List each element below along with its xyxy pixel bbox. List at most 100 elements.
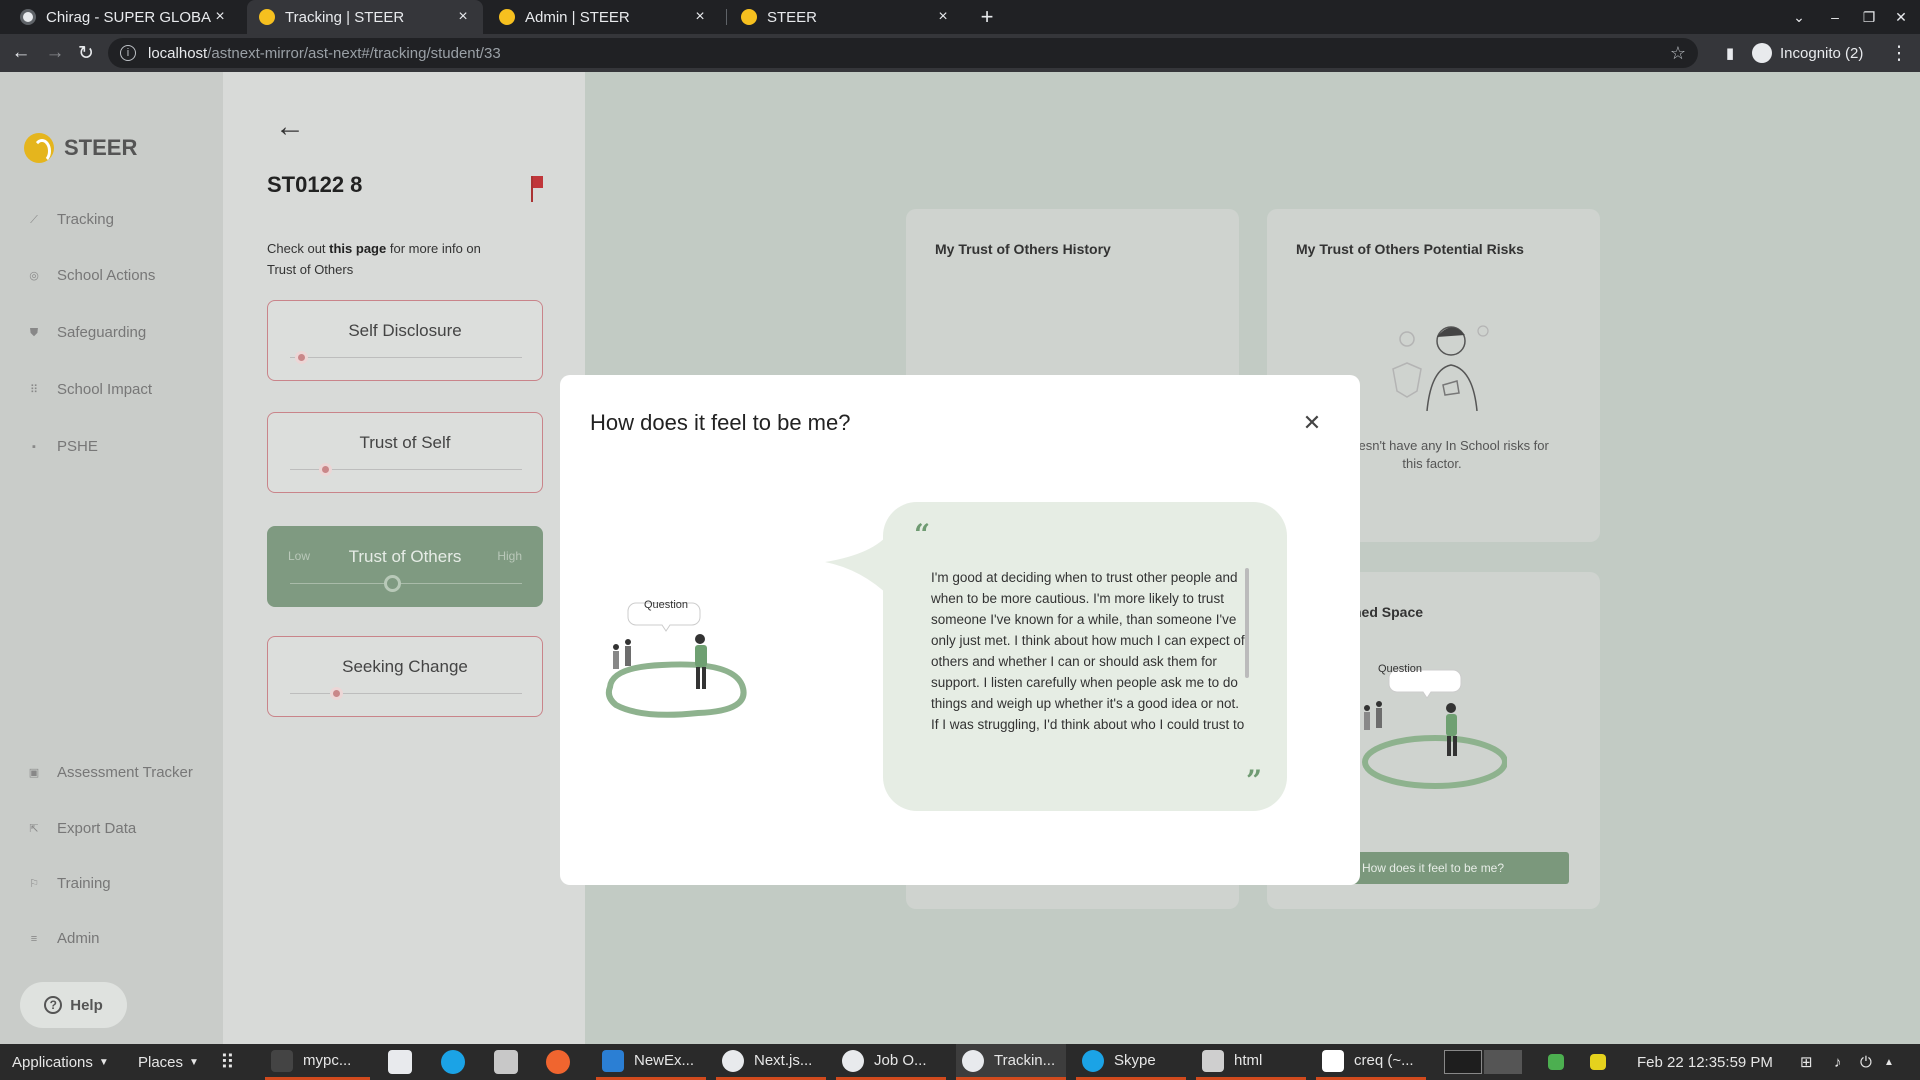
info-link[interactable]: this page xyxy=(329,241,386,256)
new-tab-button[interactable]: + xyxy=(975,0,999,34)
back-icon[interactable]: ← xyxy=(6,34,36,72)
skype-icon[interactable] xyxy=(441,1050,465,1074)
export-icon: ⇱ xyxy=(29,822,39,835)
taskbar-app-skype[interactable]: Skype xyxy=(1076,1044,1186,1080)
url-host: localhost xyxy=(148,44,208,62)
taskbar-app-chrome-tracking[interactable]: Trackin... xyxy=(956,1044,1066,1080)
url-bar[interactable]: i localhost/astnext-mirror/ast-next#/tra… xyxy=(108,38,1698,68)
tab-search-chevron-icon[interactable]: ⌄ xyxy=(1784,0,1814,34)
flag-icon[interactable] xyxy=(531,176,545,202)
forward-icon[interactable]: → xyxy=(40,34,70,72)
site-info-icon[interactable]: i xyxy=(120,45,136,61)
taskbar-app-label: mypc... xyxy=(303,1052,352,1069)
target-icon: ◎ xyxy=(29,269,39,282)
app-root: STEER ⟋ Tracking ◎ School Actions ⛊ Safe… xyxy=(0,72,1920,1044)
factor-card-self-disclosure[interactable]: Self Disclosure xyxy=(267,300,543,381)
tab-title: STEER xyxy=(767,8,818,26)
factor-card-trust-of-self[interactable]: Trust of Self xyxy=(267,412,543,493)
info-prefix: Check out xyxy=(267,241,330,256)
question-label: Question xyxy=(1377,663,1423,675)
sidebar: STEER ⟋ Tracking ◎ School Actions ⛊ Safe… xyxy=(0,72,223,1044)
browser-tab-1[interactable]: Chirag - SUPER GLOBAL A × xyxy=(8,0,240,34)
factor-card-trust-of-others[interactable]: Low Trust of Others High xyxy=(267,526,543,607)
browser-tab-3[interactable]: Admin | STEER × xyxy=(487,0,720,34)
terminal-icon xyxy=(271,1049,293,1072)
network-icon[interactable]: ⊞ xyxy=(1800,1044,1813,1080)
volume-icon[interactable]: ♪ xyxy=(1834,1044,1842,1080)
power-icon[interactable]: ⏻ xyxy=(1860,1044,1872,1080)
taskbar-app-label: Trackin... xyxy=(994,1052,1056,1069)
tray-chevron-up-icon[interactable]: ▲ xyxy=(1884,1044,1894,1080)
factor-title: Self Disclosure xyxy=(348,321,462,340)
bookmark-star-icon[interactable]: ☆ xyxy=(1670,43,1686,64)
browser-menu-icon[interactable]: ⋮ xyxy=(1884,34,1914,72)
factor-card-seeking-change[interactable]: Seeking Change xyxy=(267,636,543,717)
sidebar-item-label: School Impact xyxy=(57,381,153,398)
student-panel: ← ST0122 8 Check out this page for more … xyxy=(223,72,585,1044)
sidebar-item-school-actions[interactable]: ◎ School Actions xyxy=(28,267,155,284)
help-label: Help xyxy=(70,996,103,1014)
browser-tab-2[interactable]: Tracking | STEER × xyxy=(247,0,483,34)
shield-icon: ⛊ xyxy=(29,326,39,339)
app-grid-icon[interactable]: ⠿ xyxy=(220,1044,235,1080)
close-icon[interactable]: × xyxy=(455,8,471,26)
taskbar-app-chrome-job[interactable]: Job O... xyxy=(836,1044,946,1080)
tab-divider xyxy=(726,9,727,25)
taskbar-app-creq[interactable]: creq (~... xyxy=(1316,1044,1426,1080)
close-icon[interactable]: ✕ xyxy=(1300,410,1324,435)
taskbar-app-label: NewEx... xyxy=(634,1052,695,1069)
window-close-icon[interactable]: ✕ xyxy=(1886,0,1916,34)
space-card-title: ned Space xyxy=(1353,604,1424,620)
taskbar-app-terminal[interactable]: mypc... xyxy=(265,1044,370,1080)
info-text: Check out this page for more info on Tru… xyxy=(267,238,497,280)
taskbar-app-vscode[interactable]: NewEx... xyxy=(596,1044,706,1080)
sidebar-item-safeguarding[interactable]: ⛊ Safeguarding xyxy=(28,324,146,341)
chevron-down-icon: ▼ xyxy=(98,1056,109,1068)
incognito-profile-button[interactable]: Incognito (2) xyxy=(1752,38,1863,68)
sidebar-item-assessment-tracker[interactable]: ▣ Assessment Tracker xyxy=(28,764,193,781)
address-toolbar: ← → ↻ i localhost/astnext-mirror/ast-nex… xyxy=(0,34,1920,72)
sidebar-item-admin[interactable]: ≡ Admin xyxy=(28,930,100,947)
restore-icon[interactable]: ❐ xyxy=(1854,0,1884,34)
sidebar-item-school-impact[interactable]: ⠿ School Impact xyxy=(28,381,152,398)
applications-menu[interactable]: Applications ▼ xyxy=(12,1044,109,1080)
places-menu[interactable]: Places ▼ xyxy=(138,1044,199,1080)
workspace-2[interactable] xyxy=(1484,1050,1522,1074)
help-button[interactable]: ? Help xyxy=(20,982,127,1028)
sidebar-item-label: Assessment Tracker xyxy=(57,764,193,781)
steer-logo[interactable]: STEER xyxy=(24,133,137,163)
minimize-icon[interactable]: – xyxy=(1820,0,1850,34)
sidebar-item-tracking[interactable]: ⟋ Tracking xyxy=(28,211,114,228)
reload-icon[interactable]: ↻ xyxy=(71,34,101,72)
question-label: Question xyxy=(643,599,689,611)
sidebar-item-label: Admin xyxy=(57,930,100,947)
notes-icon[interactable] xyxy=(1590,1054,1606,1070)
sidebar-item-export-data[interactable]: ⇱ Export Data xyxy=(28,820,136,837)
side-panel-icon[interactable]: ▮ xyxy=(1715,34,1745,72)
sidebar-item-training[interactable]: ⚐ Training xyxy=(28,875,111,892)
sidebar-item-pshe[interactable]: ▪ PSHE xyxy=(28,438,98,455)
factor-slider-knob xyxy=(295,351,309,364)
clock[interactable]: Feb 22 12:35:59 PM xyxy=(1637,1044,1773,1080)
code-editor-icon[interactable] xyxy=(388,1050,412,1074)
back-arrow-icon[interactable]: ← xyxy=(275,110,305,144)
places-label: Places xyxy=(138,1053,184,1071)
taskbar-app-html[interactable]: html xyxy=(1196,1044,1306,1080)
calculator-icon[interactable] xyxy=(494,1050,518,1074)
postman-icon[interactable] xyxy=(546,1050,570,1074)
url-path: /astnext-mirror/ast-next#/tracking/stude… xyxy=(207,44,501,62)
workspace-1[interactable] xyxy=(1444,1050,1482,1074)
no-risks-illustration xyxy=(1392,325,1489,411)
browser-tab-4[interactable]: STEER × xyxy=(729,0,963,34)
quote-scrollbar[interactable] xyxy=(1245,568,1249,678)
shield-check-icon[interactable] xyxy=(1548,1054,1564,1070)
sidebar-item-label: School Actions xyxy=(57,267,156,284)
close-icon[interactable]: × xyxy=(692,8,708,26)
text-editor-icon xyxy=(1322,1049,1344,1072)
quote-open-icon: “ xyxy=(914,518,931,551)
taskbar-app-chrome-nextjs[interactable]: Next.js... xyxy=(716,1044,826,1080)
folder-icon xyxy=(1202,1049,1224,1072)
close-icon[interactable]: × xyxy=(212,8,228,26)
tab-title: Chirag - SUPER GLOBAL A xyxy=(46,8,212,26)
close-icon[interactable]: × xyxy=(935,8,951,26)
